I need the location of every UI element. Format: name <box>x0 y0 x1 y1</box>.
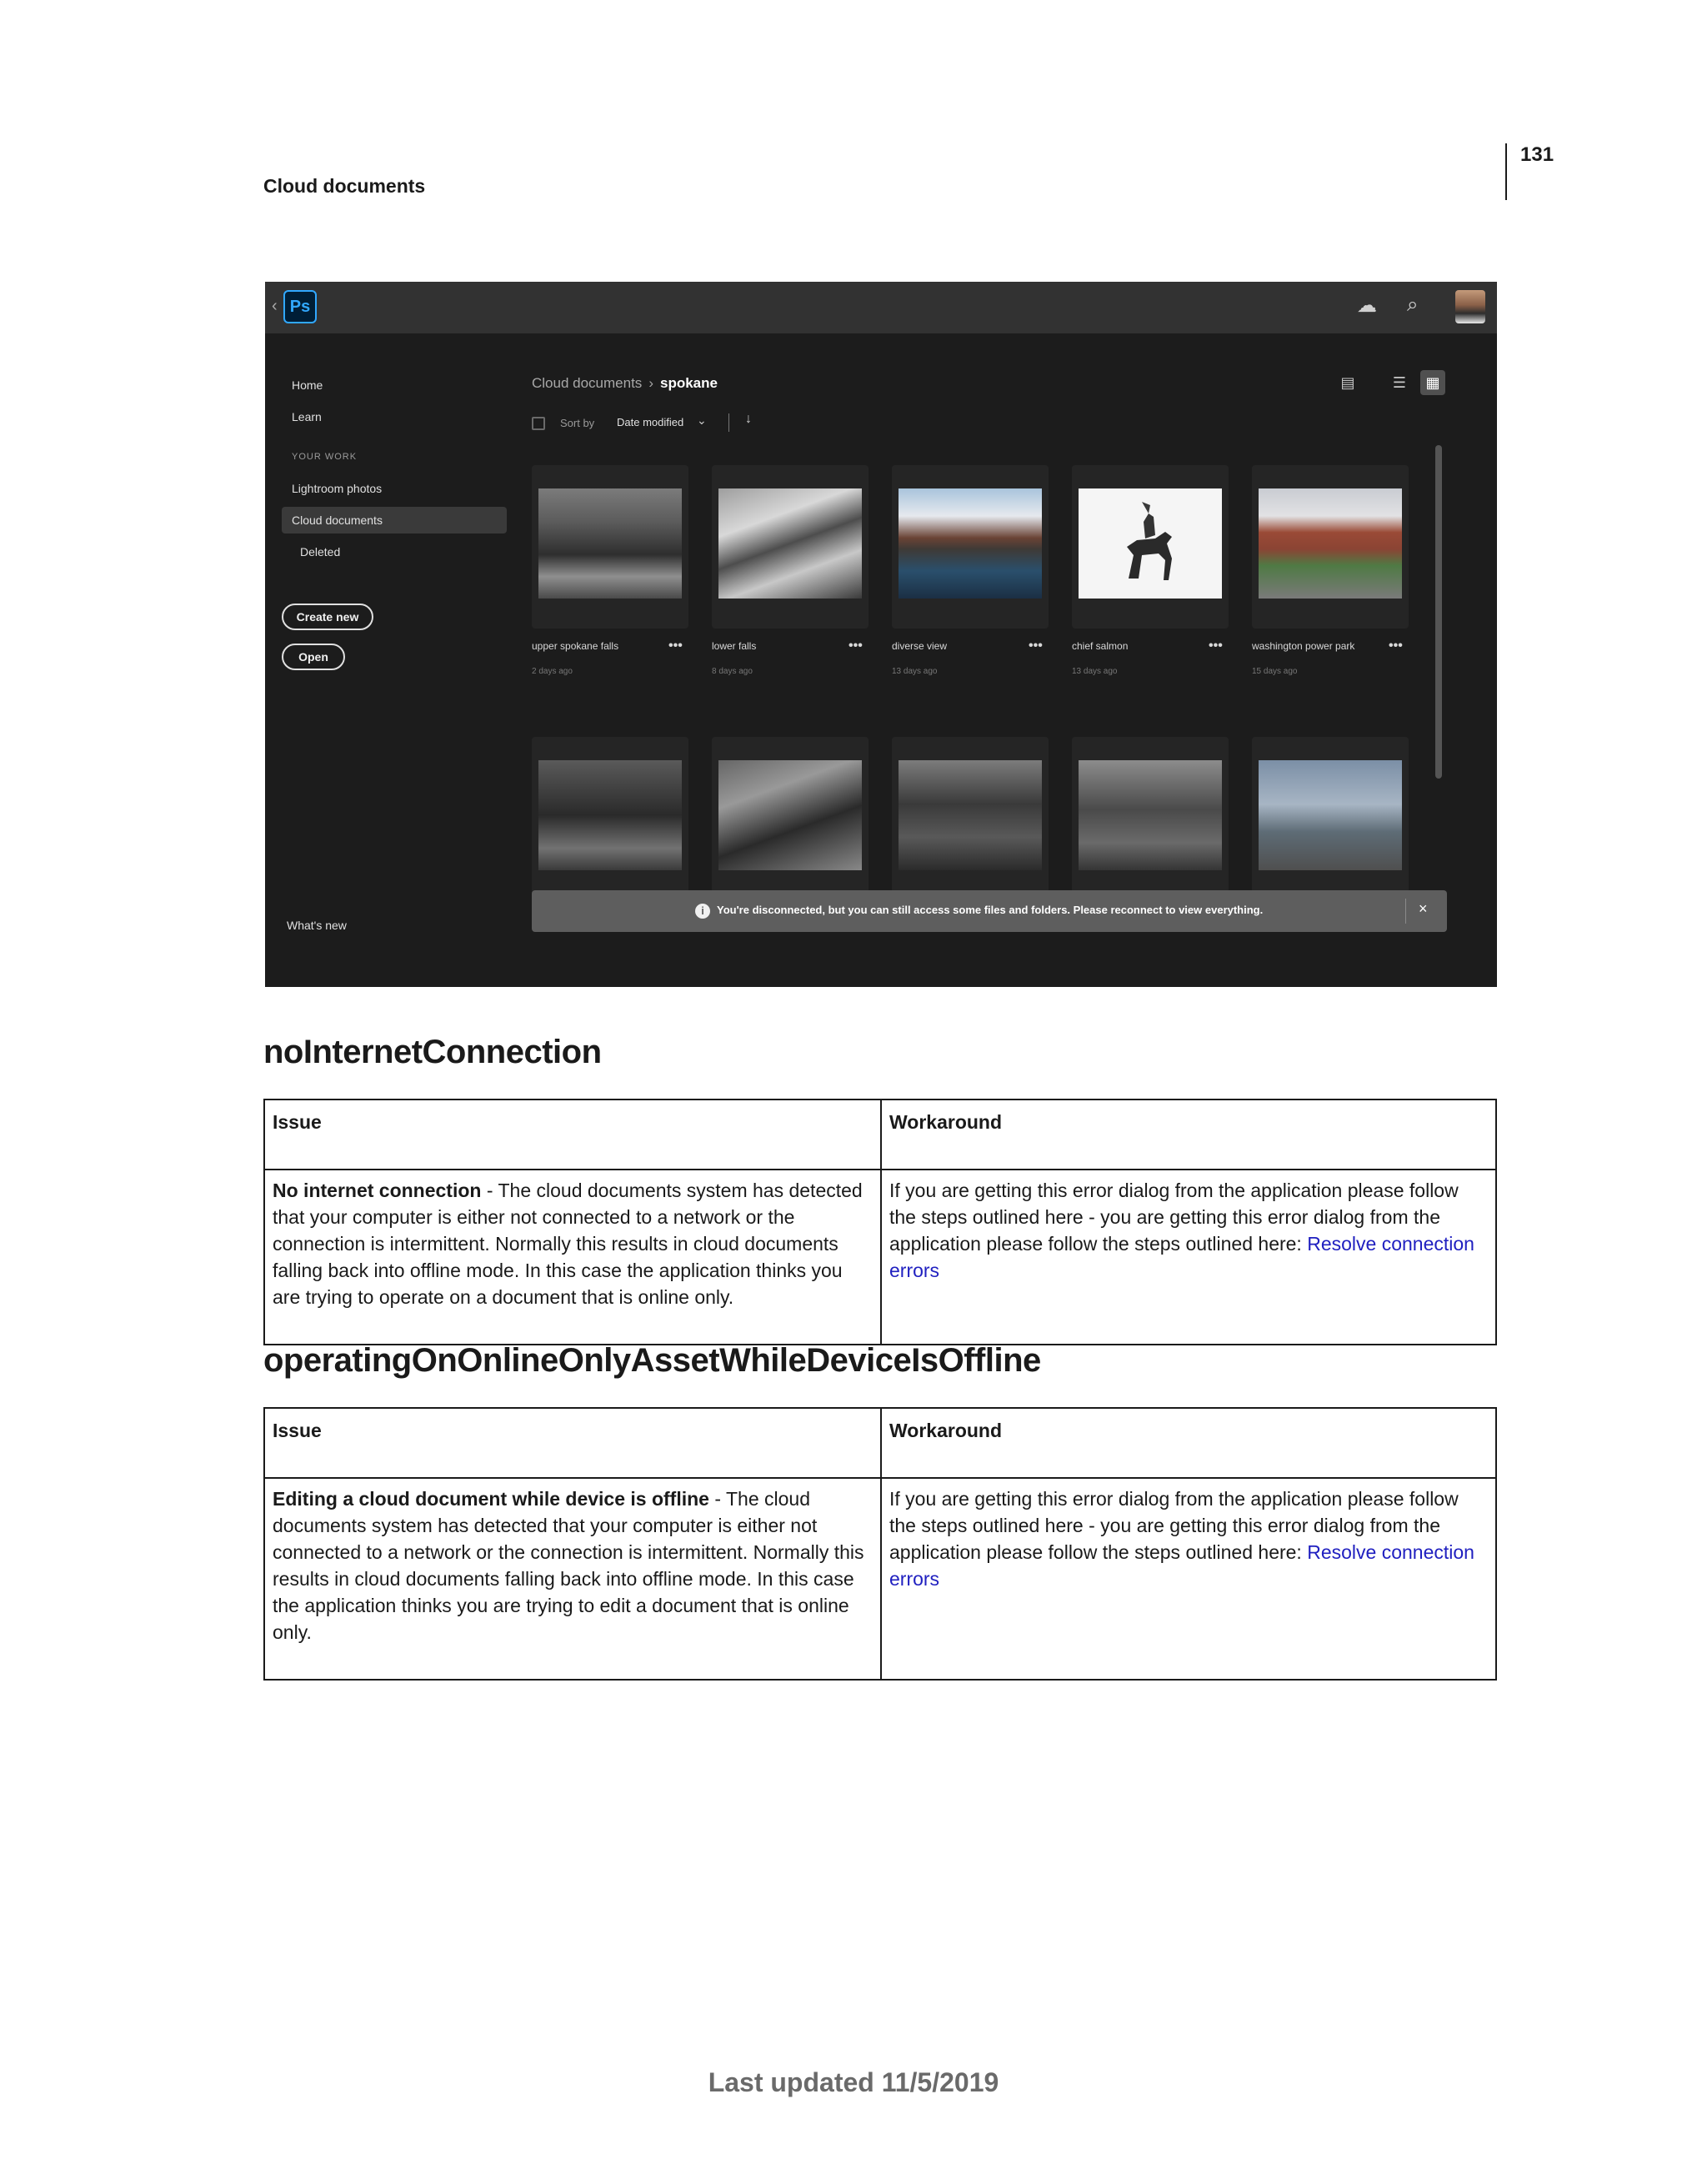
thumbnail <box>718 488 862 599</box>
photoshop-screenshot: ‹ Ps ☁ ⌕ Home Learn YOUR WORK Lightroom … <box>265 282 1497 987</box>
folder-icon[interactable]: ▤ <box>1335 370 1360 395</box>
card-date: 15 days ago <box>1252 667 1298 676</box>
column-header-workaround: Workaround <box>880 1407 1497 1479</box>
thumbnail <box>538 488 682 599</box>
page-number: 131 <box>1520 143 1554 166</box>
running-head: Cloud documents <box>263 175 426 197</box>
card-title[interactable]: diverse view <box>892 640 947 652</box>
cloud-offline-icon[interactable]: ☁ <box>1357 293 1377 318</box>
thumbnail <box>1079 488 1222 599</box>
sort-label: Sort by <box>560 417 595 429</box>
toast-divider <box>1405 899 1406 924</box>
whats-new-link[interactable]: What's new <box>287 919 347 932</box>
scrollbar[interactable] <box>1435 445 1442 779</box>
document-card[interactable] <box>712 737 869 900</box>
toast-message: You're disconnected, but you can still a… <box>717 904 1264 916</box>
open-button[interactable]: Open <box>282 644 345 670</box>
back-chevron-icon[interactable]: ‹ <box>272 297 278 316</box>
card-date: 8 days ago <box>712 667 753 676</box>
card-title[interactable]: chief salmon <box>1072 640 1128 652</box>
page-footer: Last updated 11/5/2019 <box>708 2067 999 2097</box>
document-card[interactable] <box>1072 737 1229 900</box>
thumbnail <box>899 488 1042 599</box>
issue-title: Editing a cloud document while device is… <box>273 1488 709 1510</box>
more-options-icon[interactable]: ••• <box>848 639 863 654</box>
more-options-icon[interactable]: ••• <box>1029 639 1043 654</box>
list-view-icon[interactable]: ☰ <box>1387 370 1412 395</box>
document-card[interactable] <box>892 737 1049 900</box>
breadcrumb-current: spokane <box>659 375 718 391</box>
card-date: 2 days ago <box>532 667 573 676</box>
sidebar-item-home[interactable]: Home <box>292 378 323 392</box>
document-card[interactable] <box>892 465 1049 629</box>
close-icon[interactable]: × <box>1419 900 1428 918</box>
card-title[interactable]: lower falls <box>712 640 756 652</box>
section-heading: operatingOnOnlineOnlyAssetWhileDeviceIsO… <box>263 1342 1041 1379</box>
sidebar-item-learn[interactable]: Learn <box>292 410 322 423</box>
more-options-icon[interactable]: ••• <box>1209 639 1223 654</box>
workaround-cell: If you are getting this error dialog fro… <box>880 1477 1497 1681</box>
sidebar-section-label: YOUR WORK <box>292 452 358 462</box>
breadcrumb-separator: › <box>648 375 653 391</box>
issue-description: - The cloud documents system has detecte… <box>273 1488 864 1643</box>
sort-direction-icon[interactable]: ↓ <box>745 412 752 427</box>
card-title[interactable]: washington power park <box>1252 640 1354 652</box>
table-row: No internet connection - The cloud docum… <box>263 1169 1497 1345</box>
card-date: 13 days ago <box>892 667 938 676</box>
thumbnail <box>1259 488 1402 599</box>
disconnected-toast: i You're disconnected, but you can still… <box>532 890 1447 932</box>
breadcrumb-root[interactable]: Cloud documents <box>532 375 642 391</box>
statue-image <box>1127 502 1172 580</box>
issue-cell: Editing a cloud document while device is… <box>263 1477 882 1681</box>
thumbnail <box>899 760 1042 870</box>
header-rule <box>1505 143 1507 200</box>
document-card[interactable] <box>532 465 688 629</box>
sidebar-item-lightroom-photos[interactable]: Lightroom photos <box>292 482 382 495</box>
document-card[interactable] <box>1252 465 1409 629</box>
avatar[interactable] <box>1455 290 1485 323</box>
document-card[interactable] <box>712 465 869 629</box>
search-icon[interactable]: ⌕ <box>1407 293 1418 317</box>
column-header-workaround: Workaround <box>880 1099 1497 1170</box>
table-row: Editing a cloud document while device is… <box>263 1477 1497 1681</box>
issue-cell: No internet connection - The cloud docum… <box>263 1169 882 1345</box>
document-card[interactable] <box>1252 737 1409 900</box>
section-heading: noInternetConnection <box>263 1034 602 1070</box>
info-icon: i <box>695 904 710 919</box>
grid-view-icon[interactable]: ▦ <box>1420 370 1445 395</box>
sort-dropdown[interactable]: Date modified <box>617 416 683 428</box>
sidebar-item-deleted[interactable]: Deleted <box>300 545 340 559</box>
thumbnail <box>1259 760 1402 870</box>
column-header-issue: Issue <box>263 1099 882 1170</box>
chevron-down-icon[interactable]: ⌄ <box>697 413 707 428</box>
breadcrumb: Cloud documents › spokane <box>532 375 718 392</box>
create-new-button[interactable]: Create new <box>282 604 373 630</box>
document-card[interactable] <box>1072 465 1229 629</box>
thumbnail <box>1079 760 1222 870</box>
more-options-icon[interactable]: ••• <box>1389 639 1403 654</box>
app-topbar: ‹ Ps ☁ ⌕ <box>265 282 1497 333</box>
sort-divider <box>728 413 729 432</box>
issue-title: No internet connection <box>273 1180 482 1201</box>
ps-logo[interactable]: Ps <box>283 290 317 323</box>
issue-table: Issue Workaround Editing a cloud documen… <box>263 1407 1497 1681</box>
thumbnail <box>538 760 682 870</box>
thumbnail <box>718 760 862 870</box>
card-title[interactable]: upper spokane falls <box>532 640 618 652</box>
issue-table: Issue Workaround No internet connection … <box>263 1099 1497 1345</box>
document-card[interactable] <box>532 737 688 900</box>
sidebar-item-cloud-documents[interactable]: Cloud documents <box>292 513 383 527</box>
column-header-issue: Issue <box>263 1407 882 1479</box>
workaround-cell: If you are getting this error dialog fro… <box>880 1169 1497 1345</box>
select-all-checkbox[interactable] <box>532 417 545 430</box>
more-options-icon[interactable]: ••• <box>668 639 683 654</box>
card-date: 13 days ago <box>1072 667 1118 676</box>
